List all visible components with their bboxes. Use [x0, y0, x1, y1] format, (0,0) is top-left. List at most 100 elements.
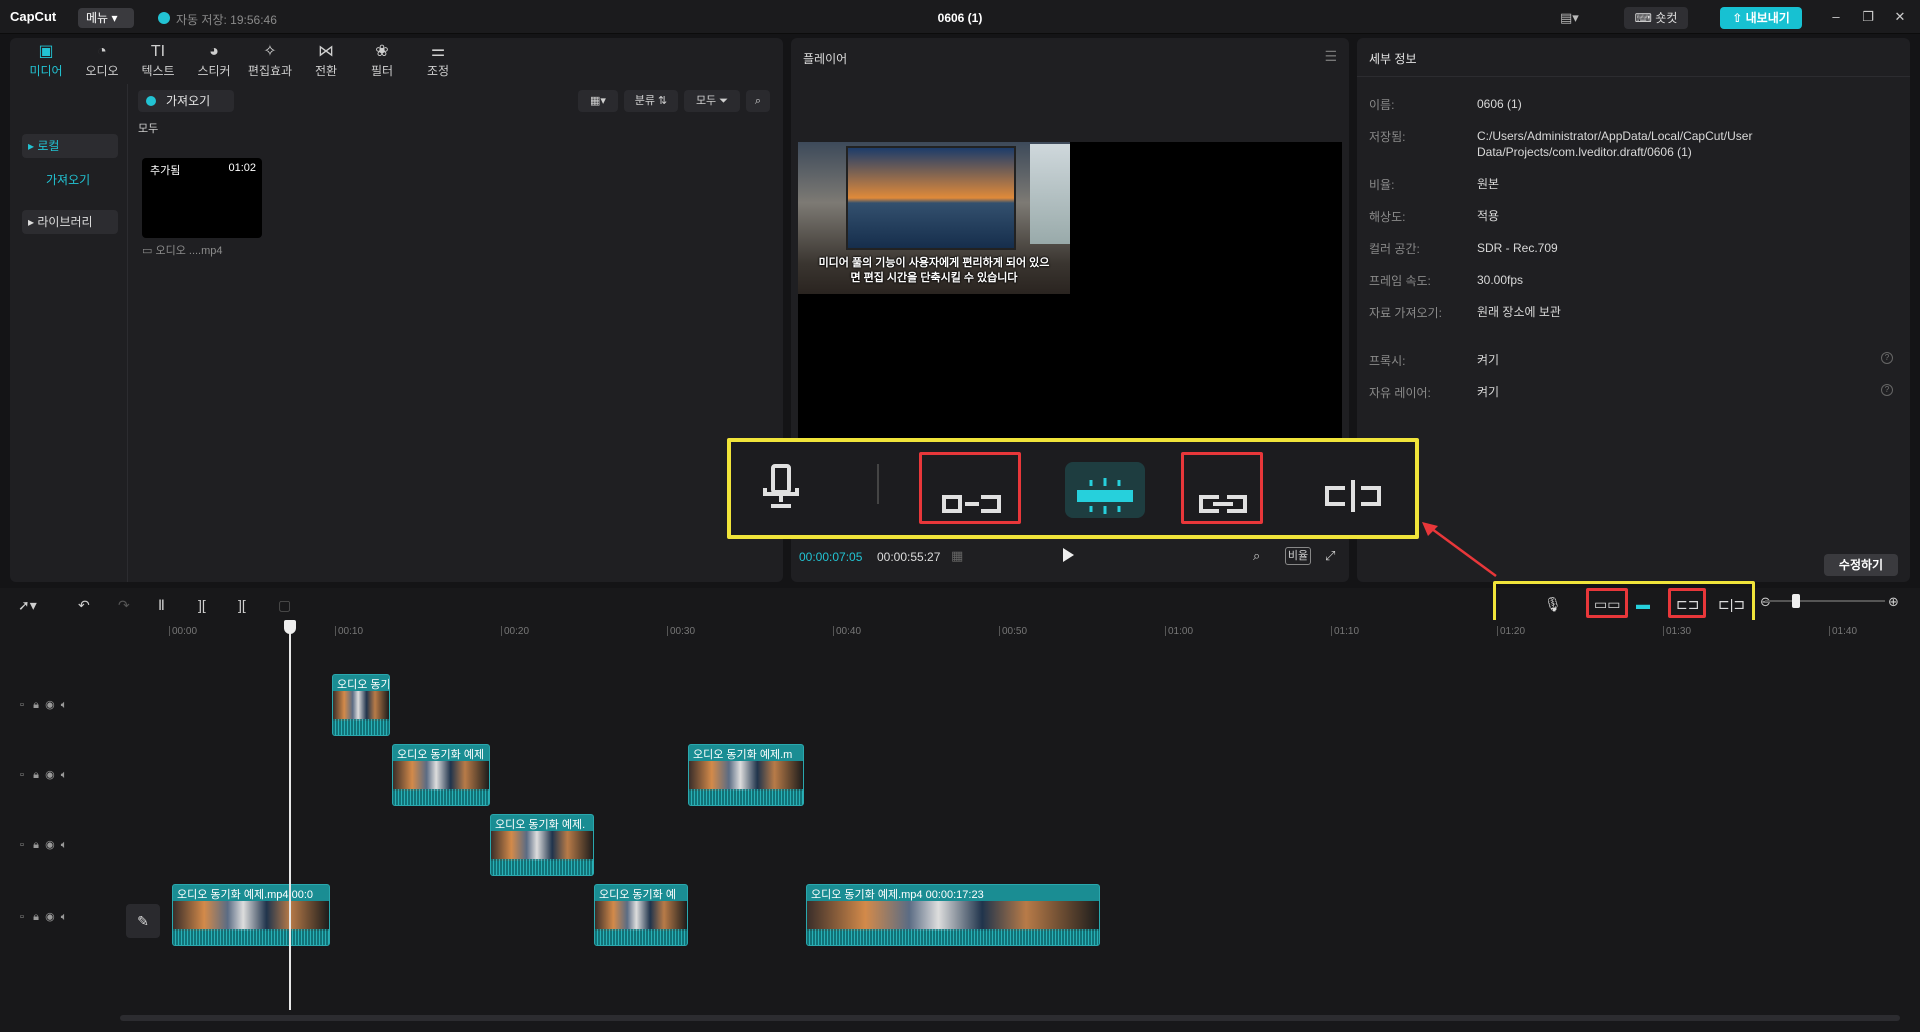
import-button[interactable]: 가져오기	[138, 90, 234, 112]
track-header: ▫ 🔒︎ ◉ 🔈︎	[20, 910, 120, 930]
video-clip[interactable]: 오디오 동기화 예제.	[490, 814, 594, 876]
tab-filter[interactable]: ❀ 필터	[354, 42, 410, 82]
track-toggle-icon[interactable]: ▫	[20, 839, 24, 851]
tab-label: 텍스트	[141, 64, 175, 78]
layout-icon[interactable]: ▤▾	[1560, 10, 1588, 25]
export-button[interactable]: ⇧ 내보내기	[1720, 7, 1802, 29]
timeline-scrollbar[interactable]	[120, 1015, 1900, 1021]
video-clip[interactable]: 오디오 동기	[332, 674, 390, 736]
detail-value: 원래 장소에 보관	[1477, 305, 1561, 319]
caption-line-1: 미디어 풀의 기능이 사용자에게 편리하게 되어 있으	[818, 257, 1050, 269]
sidebar-item-library[interactable]: ▸ 라이브러리	[22, 210, 118, 234]
playhead[interactable]	[289, 620, 291, 1010]
zoom-slider-handle[interactable]	[1792, 594, 1800, 608]
tab-audio[interactable]: ◔ 오디오	[74, 42, 130, 82]
filter-button[interactable]: 모두 ⏷	[684, 90, 740, 112]
eye-icon[interactable]: ◉	[45, 839, 55, 851]
sidebar-item-label: 가져오기	[46, 173, 91, 187]
timeline[interactable]: 00:00 00:10 00:20 00:30 00:40 00:50 01:0…	[0, 620, 1920, 1032]
video-clip[interactable]: 오디오 동기화 예제	[392, 744, 490, 806]
details-panel: 세부 정보 이름: 0606 (1) 저장됨: C:/Users/Administr…	[1357, 38, 1910, 582]
play-icon[interactable]	[1063, 548, 1074, 562]
info-icon[interactable]: ?	[1881, 352, 1893, 364]
trim-left-icon[interactable]: ][	[198, 597, 206, 613]
funnel-icon: ⏷	[719, 95, 729, 107]
tab-label: 전환	[314, 64, 338, 78]
tab-effects[interactable]: ✧ 편집효과	[242, 42, 298, 82]
current-time: 00:00:07:05	[799, 550, 863, 564]
speaker-icon[interactable]: 🔈︎	[61, 769, 68, 781]
import-label: 가져오기	[166, 94, 211, 108]
select-cursor-icon[interactable]: ➚▾	[18, 597, 37, 614]
ruler-tick: 00:20	[500, 626, 530, 637]
hamburger-menu-icon[interactable]: ☰	[1324, 48, 1337, 65]
lock-icon[interactable]: 🔒︎	[33, 839, 39, 851]
eye-icon[interactable]: ◉	[45, 769, 55, 781]
clip-thumbnails	[689, 761, 803, 791]
link-icon[interactable]: ⊏⊐	[1676, 596, 1699, 613]
clip-thumbnails	[393, 761, 489, 791]
detail-value: C:/Users/Administrator/AppData/Local/Cap…	[1477, 129, 1753, 159]
tab-sticker[interactable]: ◕ 스티커	[186, 42, 242, 82]
track-toggle-icon[interactable]: ▫	[20, 911, 24, 923]
clip-waveform	[807, 929, 1099, 945]
tab-transition[interactable]: ⋈ 전환	[298, 42, 354, 82]
zoom-in-icon[interactable]: ⊕	[1888, 594, 1899, 610]
microphone-icon[interactable]: 🎙	[1544, 596, 1562, 613]
minimize-icon[interactable]: –	[1826, 8, 1846, 26]
lock-icon[interactable]: 🔒︎	[33, 911, 39, 923]
video-clip[interactable]: 오디오 동기화 예제.m	[688, 744, 804, 806]
media-thumbnail[interactable]: 추가됨 01:02	[142, 158, 262, 238]
video-canvas[interactable]: 미디어 풀의 기능이 사용자에게 편리하게 되어 있으 면 편집 시간을 단축시…	[798, 142, 1342, 472]
eye-icon[interactable]: ◉	[45, 911, 55, 923]
main-track-magnet-icon[interactable]: ▭▭	[1594, 596, 1620, 613]
timecode-grid-icon[interactable]: ▦	[951, 548, 963, 564]
modify-button[interactable]: 수정하기	[1824, 554, 1898, 576]
sidebar-item-import[interactable]: 가져오기	[22, 168, 118, 192]
search-button[interactable]: ⌕	[746, 90, 770, 112]
timeline-zoom-slider[interactable]	[1765, 600, 1885, 602]
speaker-icon[interactable]: 🔈︎	[61, 699, 68, 711]
zoom-fit-icon[interactable]: ⌕	[1253, 548, 1260, 564]
track-toggle-icon[interactable]: ▫	[20, 699, 24, 711]
ratio-button[interactable]: 비율	[1285, 547, 1311, 565]
speaker-icon[interactable]: 🔈︎	[61, 839, 68, 851]
tool-tabs: ▣ 미디어 ◔ 오디오 TI 텍스트 ◕ 스티커 ✧ 편집효과 ⋈ 전환 ❀ 필터 ⚌ 조정	[18, 38, 478, 84]
undo-icon[interactable]: ↶	[78, 597, 90, 614]
title-bar: CapCut 메뉴 ▾ 자동 저장: 19:56:46 0606 (1) ▤▾ …	[0, 0, 1920, 34]
split-icon[interactable]: Ⅱ	[158, 597, 165, 614]
ruler-tick: 01:30	[1662, 626, 1692, 637]
cover-edit-button[interactable]: ✎	[126, 904, 160, 938]
speaker-icon[interactable]: 🔈︎	[61, 911, 68, 923]
tab-media[interactable]: ▣ 미디어	[18, 42, 74, 82]
clip-label: 오디오 동기화 예	[599, 889, 676, 901]
player-controls: 00:00:07:05 00:00:55:27 ▦ ⌕ 비율 ⤢	[791, 538, 1349, 578]
video-clip[interactable]: 오디오 동기화 예제.mp4 00:00:17:23	[806, 884, 1100, 946]
transition-icon: ⋈	[318, 43, 334, 60]
snap-icon[interactable]: ▬	[1636, 596, 1650, 612]
shortcut-label: 숏컷	[1655, 11, 1678, 25]
sidebar-item-local[interactable]: ▸ 로컬	[22, 134, 118, 158]
filter-icon: ❀	[375, 43, 389, 60]
trim-right-icon[interactable]: ][	[238, 597, 246, 613]
video-clip[interactable]: 오디오 동기화 예	[594, 884, 688, 946]
shortcut-button[interactable]: ⌨ 숏컷	[1624, 7, 1688, 29]
playhead-handle[interactable]	[284, 620, 296, 634]
track-toggle-icon[interactable]: ▫	[20, 769, 24, 781]
fullscreen-icon[interactable]: ⤢	[1325, 548, 1335, 564]
tab-text[interactable]: TI 텍스트	[130, 42, 186, 82]
close-icon[interactable]: ✕	[1890, 8, 1910, 26]
preview-axis-icon[interactable]: ⊏|⊐	[1718, 596, 1745, 613]
lock-icon[interactable]: 🔒︎	[33, 699, 39, 711]
info-icon[interactable]: ?	[1881, 384, 1893, 396]
eye-icon[interactable]: ◉	[45, 699, 55, 711]
view-mode-button[interactable]: ▦▾	[578, 90, 618, 112]
effects-icon: ✧	[263, 43, 277, 60]
zoom-out-icon[interactable]: ⊖	[1760, 594, 1771, 610]
tab-adjust[interactable]: ⚌ 조정	[410, 42, 466, 82]
lock-icon[interactable]: 🔒︎	[33, 769, 39, 781]
sort-button[interactable]: 분류 ⇅	[624, 90, 678, 112]
restore-icon[interactable]: ❐	[1858, 8, 1878, 26]
ruler-tick: 00:50	[998, 626, 1028, 637]
video-clip[interactable]: 오디오 동기화 예제.mp4 00:0	[172, 884, 330, 946]
